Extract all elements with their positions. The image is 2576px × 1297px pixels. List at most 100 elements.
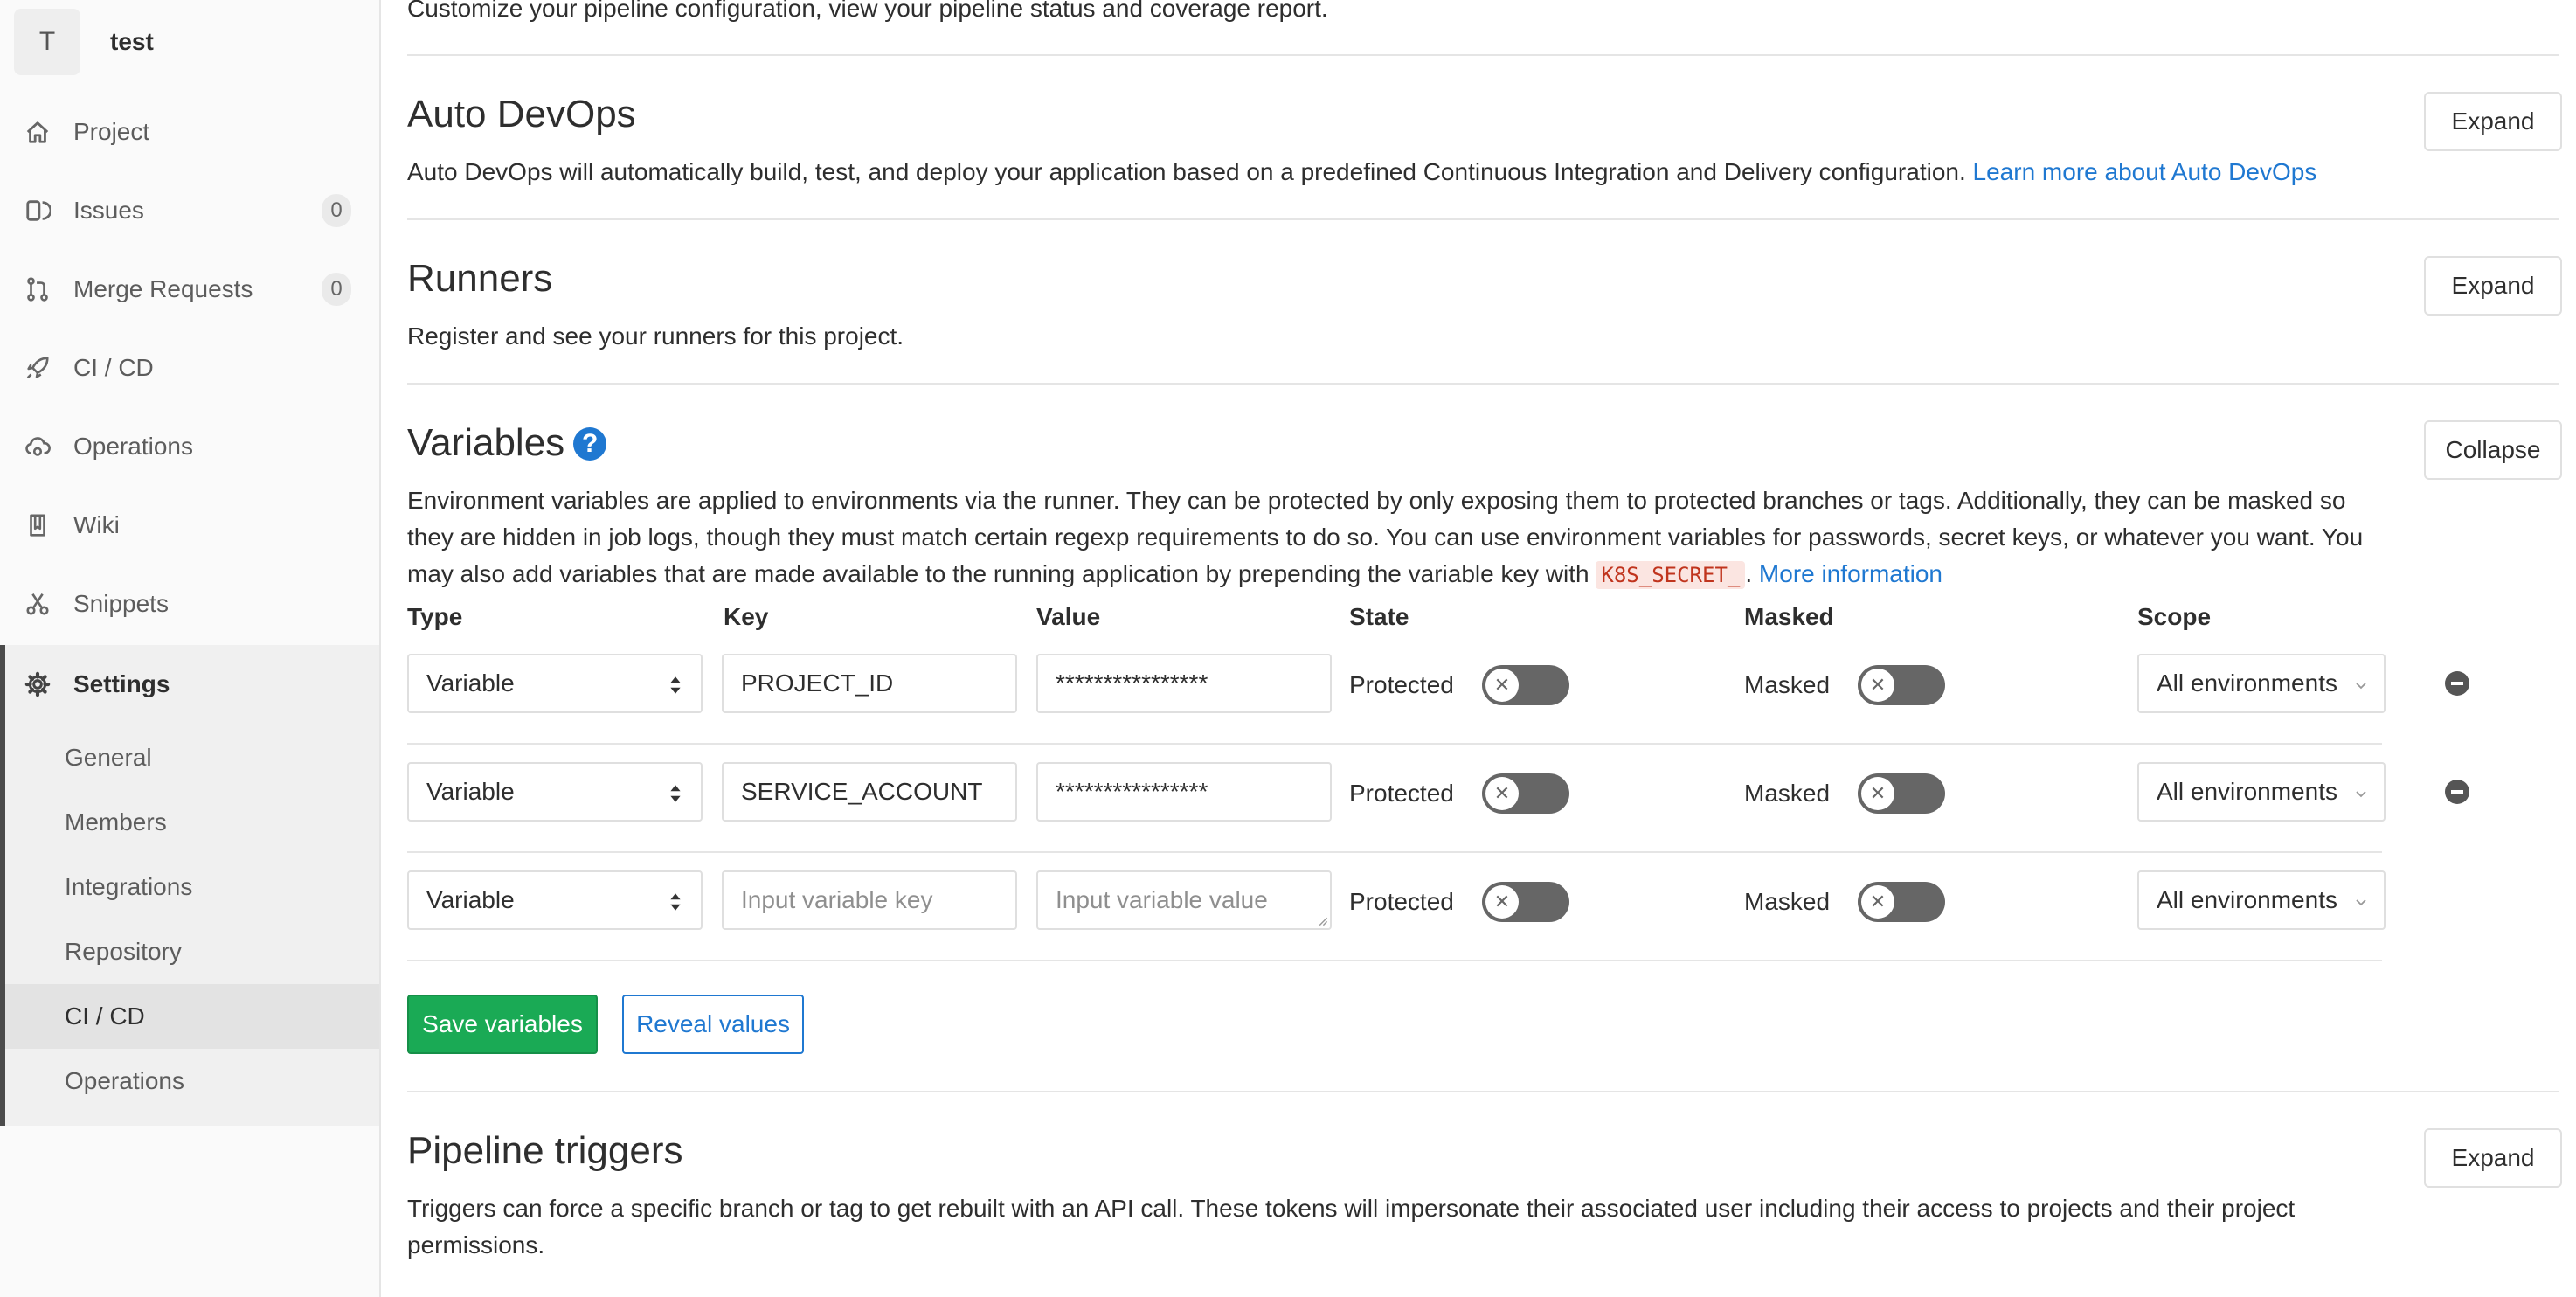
new-variable-value-input[interactable]: Input variable value [1036,870,1332,930]
row-divider [407,960,2382,961]
sidebar-item-project[interactable]: Project [0,93,379,171]
sidebar-item-label: Merge Requests [73,275,253,302]
cloud-gear-icon [23,432,52,461]
scissors-icon [23,589,52,619]
chevron-down-icon [2356,899,2366,906]
variable-value-input[interactable]: **************** [1036,654,1332,713]
settings-sub-integrations[interactable]: Integrations [5,855,379,919]
protected-toggle[interactable]: ✕ [1482,665,1569,705]
variable-key-input[interactable]: PROJECT_ID [722,654,1017,713]
variable-value-input[interactable]: **************** [1036,762,1332,822]
more-information-link[interactable]: More information [1759,560,1942,587]
row-divider [407,851,2382,853]
sort-arrows-icon [670,676,681,694]
home-icon [23,117,52,147]
masked-toggle[interactable]: ✕ [1858,665,1945,705]
variable-type-select[interactable]: Variable [407,762,703,822]
close-icon: ✕ [1861,777,1894,810]
sort-arrows-icon [670,785,681,802]
settings-sub-members[interactable]: Members [5,790,379,855]
protected-label: Protected [1349,888,1454,915]
sidebar-item-issues[interactable]: Issues 0 [0,171,379,250]
sidebar-item-label: Wiki [73,511,120,538]
pipelines-description: Customize your pipeline configuration, v… [407,0,1328,22]
new-variable-key-input[interactable]: Input variable key [722,870,1017,930]
row-divider [407,743,2382,745]
merge-request-icon [23,274,52,304]
remove-variable-button[interactable] [2445,671,2469,696]
resize-handle-icon[interactable] [1316,914,1328,926]
variable-type-select[interactable]: Variable [407,870,703,930]
sidebar-item-ci-cd[interactable]: CI / CD [0,329,379,407]
sort-arrows-icon [670,893,681,911]
reveal-values-button[interactable]: Reveal values [622,995,804,1054]
masked-label: Masked [1744,780,1831,807]
variables-title: Variables? [407,421,607,465]
sidebar-item-label: Operations [73,433,193,460]
protected-toggle[interactable]: ✕ [1482,773,1569,814]
project-name: test [110,28,154,55]
runners-title: Runners [407,257,553,300]
protected-label: Protected [1349,780,1454,807]
chevron-down-icon [2356,683,2366,690]
sidebar-item-snippets[interactable]: Snippets [0,565,379,643]
sidebar-item-operations[interactable]: Operations [0,407,379,486]
divider [407,218,2559,220]
book-icon [23,510,52,540]
auto-devops-title: Auto DevOps [407,93,636,135]
column-header-key: Key [724,603,769,630]
column-header-scope: Scope [2137,603,2212,630]
divider [407,383,2559,385]
variable-key-input[interactable]: SERVICE_ACCOUNT [722,762,1017,822]
masked-toggle[interactable]: ✕ [1858,882,1945,922]
column-header-value: Value [1036,603,1101,630]
sidebar-item-label: Settings [73,670,170,697]
divider [407,1091,2559,1092]
column-header-masked: Masked [1744,603,1834,630]
masked-label: Masked [1744,888,1831,915]
close-icon: ✕ [1485,669,1519,702]
sidebar-item-label: Snippets [73,590,169,617]
sidebar: T test Project Issues 0 Merge Requests 0… [0,0,381,1297]
variables-description: Environment variables are applied to env… [407,487,2364,589]
project-avatar: T [14,9,80,75]
issues-icon [23,196,52,225]
pipeline-triggers-expand-button[interactable]: Expand [2424,1128,2562,1188]
runners-expand-button[interactable]: Expand [2424,256,2562,316]
variable-type-select[interactable]: Variable [407,654,703,713]
gear-icon [23,669,52,699]
k8s-secret-code: K8S_SECRET_ [1596,561,1746,589]
chevron-down-icon [2356,791,2366,798]
settings-sub-ci-cd[interactable]: CI / CD [5,984,379,1049]
settings-sub-general[interactable]: General [5,725,379,790]
close-icon: ✕ [1485,777,1519,810]
sidebar-item-merge-requests[interactable]: Merge Requests 0 [0,250,379,329]
settings-sub-operations[interactable]: Operations [5,1049,379,1113]
close-icon: ✕ [1861,885,1894,919]
auto-devops-description: Auto DevOps will automatically build, te… [407,158,2317,185]
save-variables-button[interactable]: Save variables [407,995,598,1054]
auto-devops-expand-button[interactable]: Expand [2424,92,2562,151]
environment-scope-dropdown[interactable]: All environments [2137,870,2386,930]
issues-count-badge: 0 [322,194,351,227]
merge-requests-count-badge: 0 [322,273,351,306]
column-header-type: Type [407,603,463,630]
sidebar-item-wiki[interactable]: Wiki [0,486,379,565]
help-icon[interactable]: ? [573,427,607,461]
pipeline-triggers-description: Triggers can force a specific branch or … [407,1195,2296,1259]
remove-variable-button[interactable] [2445,780,2469,804]
protected-toggle[interactable]: ✕ [1482,882,1569,922]
project-header[interactable]: T test [14,7,154,77]
variables-collapse-button[interactable]: Collapse [2424,420,2562,480]
sidebar-item-settings[interactable]: Settings [0,645,379,724]
masked-label: Masked [1744,671,1831,698]
runners-description: Register and see your runners for this p… [407,323,904,350]
settings-sub-repository[interactable]: Repository [5,919,379,984]
close-icon: ✕ [1485,885,1519,919]
environment-scope-dropdown[interactable]: All environments [2137,762,2386,822]
masked-toggle[interactable]: ✕ [1858,773,1945,814]
environment-scope-dropdown[interactable]: All environments [2137,654,2386,713]
column-header-state: State [1349,603,1409,630]
divider [407,54,2559,56]
learn-more-auto-devops-link[interactable]: Learn more about Auto DevOps [1973,158,2317,185]
